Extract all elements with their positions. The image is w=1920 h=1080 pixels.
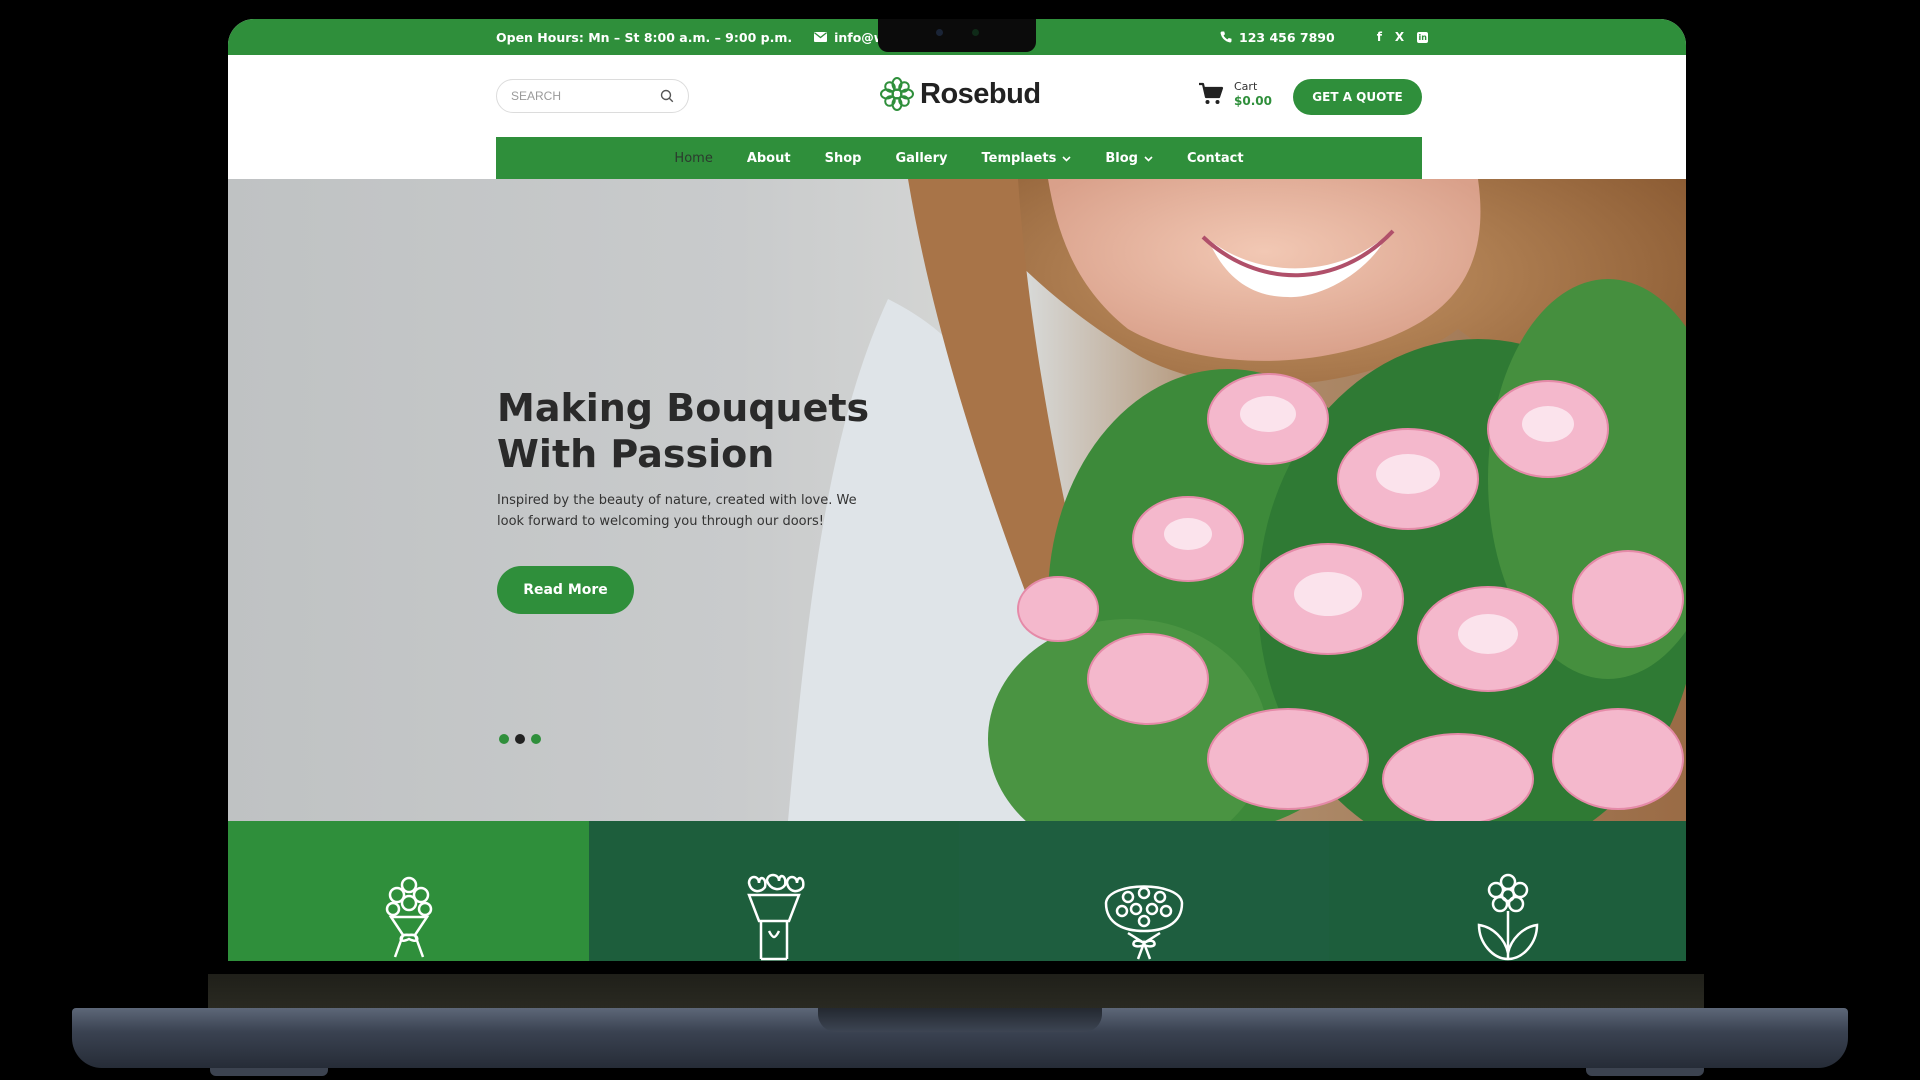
nav-label: Gallery <box>895 150 948 166</box>
hero-description: Inspired by the beauty of nature, create… <box>497 493 857 529</box>
linkedin-icon[interactable]: in <box>1417 31 1429 43</box>
cart-icon <box>1199 82 1224 104</box>
nav-item-gallery[interactable]: Gallery <box>895 151 947 166</box>
hero-title: Making Bouquets With Passion <box>497 385 869 477</box>
feature-card-1[interactable] <box>228 821 589 961</box>
tulip-bouquet-icon <box>747 873 805 961</box>
chevron-down-icon <box>1062 155 1071 162</box>
laptop-foot-left <box>210 1068 328 1076</box>
rose-logo-icon <box>880 77 914 111</box>
feature-card-4[interactable] <box>1329 821 1686 961</box>
laptop-screen: Open Hours: Mn – St 8:00 a.m. – 9:00 p.m… <box>228 19 1686 961</box>
camera-lens <box>936 29 943 36</box>
chevron-down-icon <box>1144 155 1153 162</box>
feature-card-3[interactable] <box>959 821 1329 961</box>
nav-label: Contact <box>1186 150 1244 166</box>
laptop-hinge <box>208 974 1704 1010</box>
nav-item-about[interactable]: About <box>747 151 791 166</box>
feature-strip <box>228 821 1686 961</box>
hero-image-woman-with-flowers <box>788 179 1686 821</box>
cart-widget[interactable]: Cart $0.00 <box>1198 79 1272 109</box>
cart-label: Cart <box>1234 80 1258 93</box>
phone-link[interactable]: 123 456 7890 <box>1220 30 1335 45</box>
nav-item-home[interactable]: Home <box>674 151 712 166</box>
nav-label: Templaets <box>981 150 1057 166</box>
get-a-quote-button[interactable]: GET A QUOTE <box>1293 79 1422 115</box>
logo-text: Rosebud <box>920 77 1041 110</box>
slider-dot-1[interactable] <box>499 734 509 744</box>
nav-label: Shop <box>824 150 862 166</box>
facebook-icon[interactable]: f <box>1377 30 1382 44</box>
nav-label: Blog <box>1105 150 1138 166</box>
laptop-foot-right <box>1586 1068 1704 1076</box>
main-nav: Home About Shop Gallery Templaets Blog C… <box>496 137 1422 179</box>
social-links: f X in <box>1377 30 1429 44</box>
site-header: Rosebud Cart $0.00 GET A QUOTE <box>228 55 1686 137</box>
flower-bundle-icon <box>1104 885 1184 960</box>
hero-title-line-2: With Passion <box>497 432 775 476</box>
laptop-opening-notch <box>818 1008 1102 1032</box>
phone-text: 123 456 7890 <box>1239 29 1335 45</box>
hero-slider: Making Bouquets With Passion Inspired by… <box>228 179 1686 821</box>
search-box[interactable] <box>496 79 689 113</box>
bouquet-icon <box>385 876 432 958</box>
camera-notch <box>878 19 1036 52</box>
nav-label: About <box>746 150 791 166</box>
camera-indicator <box>972 29 979 36</box>
feature-card-2[interactable] <box>589 821 959 961</box>
search-input[interactable] <box>511 89 651 103</box>
nav-item-shop[interactable]: Shop <box>825 151 862 166</box>
open-hours-text: Open Hours: Mn – St 8:00 a.m. – 9:00 p.m… <box>496 29 793 45</box>
hero-title-line-1: Making Bouquets <box>497 386 870 430</box>
open-hours: Open Hours: Mn – St 8:00 a.m. – 9:00 p.m… <box>496 30 792 45</box>
cart-total: $0.00 <box>1234 94 1272 108</box>
slider-dot-2[interactable] <box>515 734 525 744</box>
nav-item-blog[interactable]: Blog <box>1105 151 1153 166</box>
slider-dots <box>499 734 541 744</box>
phone-icon <box>1220 31 1232 43</box>
site-logo[interactable]: Rosebud <box>880 77 1041 111</box>
slider-dot-3[interactable] <box>531 734 541 744</box>
flower-icon <box>1477 873 1538 961</box>
nav-label: Home <box>674 150 713 166</box>
mail-icon <box>814 32 828 42</box>
search-icon[interactable] <box>660 89 674 103</box>
nav-item-contact[interactable]: Contact <box>1187 151 1244 166</box>
x-icon[interactable]: X <box>1395 30 1404 44</box>
nav-item-templates[interactable]: Templaets <box>982 151 1072 166</box>
read-more-button[interactable]: Read More <box>497 566 634 614</box>
